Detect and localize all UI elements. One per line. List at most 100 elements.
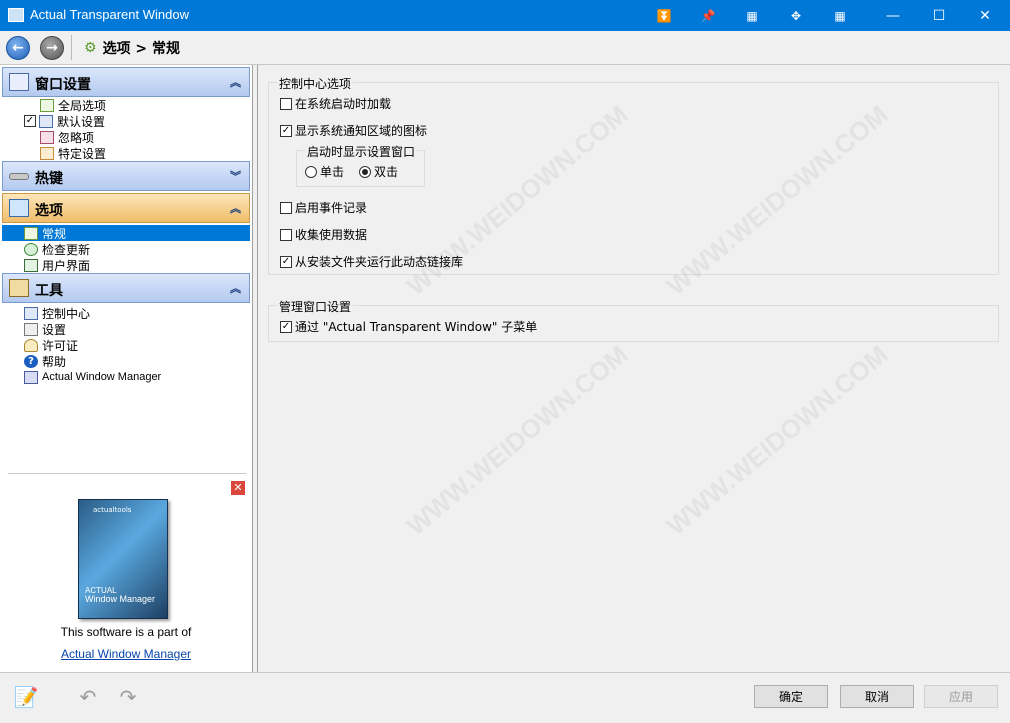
- promo-text: This software is a part of: [60, 625, 192, 639]
- double-click-radio[interactable]: [359, 165, 371, 178]
- navigation-bar: ← → ⚙ 选项 > 常规: [0, 31, 1010, 65]
- maximize-button[interactable]: ☐: [916, 0, 962, 31]
- chevron-up-icon[interactable]: ︽: [230, 200, 241, 216]
- run-dll-checkbox[interactable]: ✓: [280, 255, 292, 268]
- default-settings-checkbox[interactable]: ✓: [24, 115, 36, 127]
- sidebar-item-label: 常规: [42, 226, 67, 241]
- section-hotkeys[interactable]: 热键 ︾: [2, 161, 250, 191]
- option-label: 显示系统通知区域的图标: [295, 124, 428, 138]
- transparency-icon[interactable]: ▦: [732, 0, 772, 31]
- load-at-startup-checkbox[interactable]: [280, 97, 292, 110]
- chevron-up-icon[interactable]: ︽: [230, 280, 241, 296]
- product-box-image[interactable]: actualtools ACTUAL Window Manager: [78, 499, 168, 619]
- option-show-tray-icon[interactable]: ✓ 显示系统通知区域的图标: [280, 122, 427, 139]
- option-label: 启用事件记录: [295, 201, 368, 215]
- product-box-title: ACTUAL Window Manager: [85, 586, 155, 604]
- minimize-button[interactable]: —: [870, 0, 916, 31]
- option-label: 通过 "Actual Transparent Window" 子菜单: [295, 320, 538, 334]
- nav-separator: [71, 35, 72, 60]
- promo-link[interactable]: Actual Window Manager: [0, 647, 252, 661]
- single-click-radio[interactable]: [305, 165, 317, 178]
- ok-button[interactable]: 确定: [754, 685, 828, 708]
- sidebar-item-actual-window-manager[interactable]: Actual Window Manager: [24, 369, 161, 385]
- close-promo-icon[interactable]: ✕: [231, 481, 245, 495]
- sidebar-item-label: 默认设置: [57, 114, 106, 129]
- sidebar-item-label: 许可证: [42, 338, 79, 353]
- section-label: 热键: [35, 171, 63, 187]
- sidebar-item-label: 设置: [42, 322, 67, 337]
- option-enable-event-log[interactable]: 启用事件记录: [280, 199, 367, 216]
- sidebar-item-label: 帮助: [42, 354, 67, 369]
- close-button[interactable]: ✕: [962, 0, 1008, 31]
- cancel-button[interactable]: 取消: [840, 685, 914, 708]
- sidebar-item-label: 控制中心: [42, 306, 91, 321]
- app-icon: [8, 8, 24, 22]
- section-label: 工具: [35, 283, 63, 299]
- help-document-icon[interactable]: 📝: [12, 683, 40, 711]
- exclusion-window-icon: [40, 130, 54, 144]
- option-load-at-startup[interactable]: 在系统启动时加载: [280, 95, 391, 112]
- pin-icon[interactable]: 📌: [688, 0, 728, 31]
- manage-window-settings-group: 管理窗口设置 ✓ 通过 "Actual Transparent Window" …: [268, 298, 999, 342]
- option-collect-usage-data[interactable]: 收集使用数据: [280, 226, 367, 243]
- submenu-checkbox[interactable]: ✓: [280, 320, 292, 333]
- bottom-bar: 📝 ↶ ↷ 确定 取消 应用: [0, 672, 1010, 723]
- option-run-dll-from-install-folder[interactable]: ✓ 从安装文件夹运行此动态链接库: [280, 253, 463, 270]
- chevron-up-icon[interactable]: ︽: [230, 74, 241, 90]
- chevron-down-icon[interactable]: ︾: [230, 168, 241, 184]
- watermark: WWW.WEIDOWN.COM: [400, 339, 634, 542]
- redo-icon[interactable]: ↷: [114, 683, 142, 711]
- minimize-to-tray-icon[interactable]: ⏬: [644, 0, 684, 31]
- breadcrumb: ⚙ 选项 > 常规: [84, 38, 180, 58]
- sidebar-item-control-center[interactable]: 控制中心: [24, 305, 90, 321]
- control-center-icon: [24, 306, 38, 320]
- section-window-settings[interactable]: 窗口设置 ︽: [2, 67, 250, 97]
- section-options[interactable]: 选项 ︽: [2, 193, 250, 223]
- section-tools[interactable]: 工具 ︽: [2, 273, 250, 303]
- radio-double-click[interactable]: 双击: [359, 163, 398, 180]
- general-options-icon: [24, 226, 38, 240]
- radio-single-click[interactable]: 单击: [305, 163, 344, 180]
- option-submenu[interactable]: ✓ 通过 "Actual Transparent Window" 子菜单: [280, 318, 537, 335]
- promo-separator: [8, 473, 246, 474]
- key-icon: [24, 338, 38, 352]
- sidebar-item-license[interactable]: 许可证: [24, 337, 78, 353]
- settings-icon: [24, 322, 38, 336]
- watermark: WWW.WEIDOWN.COM: [660, 339, 894, 542]
- group-title: 管理窗口设置: [277, 298, 354, 315]
- apply-button[interactable]: 应用: [924, 685, 998, 708]
- sidebar-item-settings[interactable]: 设置: [24, 321, 66, 337]
- window-title: Actual Transparent Window: [30, 7, 189, 22]
- sidebar-item-exclusions[interactable]: 忽略项: [40, 129, 94, 145]
- group-title: 控制中心选项: [277, 75, 354, 92]
- forward-button[interactable]: →: [40, 36, 64, 60]
- specific-window-icon: [40, 146, 54, 160]
- undo-icon[interactable]: ↶: [74, 683, 102, 711]
- option-label: 在系统启动时加载: [295, 97, 392, 111]
- sidebar-item-default-settings[interactable]: ✓ 默认设置: [24, 113, 105, 129]
- sidebar-item-global-options[interactable]: 全局选项: [40, 97, 106, 113]
- sidebar-item-specific-settings[interactable]: 特定设置: [40, 145, 106, 161]
- ghost-icon[interactable]: ▦: [820, 0, 860, 31]
- sidebar-item-label: 忽略项: [58, 130, 95, 145]
- group-title: 启动时显示设置窗口: [305, 143, 418, 160]
- window-icon: [39, 114, 53, 128]
- back-button[interactable]: ←: [6, 36, 30, 60]
- control-center-options-group: 控制中心选项 在系统启动时加载 ✓ 显示系统通知区域的图标 启动时显示设置窗口 …: [268, 75, 999, 275]
- sidebar: 窗口设置 ︽ 全局选项 ✓ 默认设置 忽略项 特定设置 热键 ︾ 选项 ︽ 常规…: [0, 65, 253, 672]
- enable-event-log-checkbox[interactable]: [280, 201, 292, 214]
- update-icon: [24, 242, 38, 256]
- option-label: 双击: [374, 165, 399, 179]
- window-manager-icon: [24, 370, 38, 384]
- show-settings-window-group: 启动时显示设置窗口 单击 双击: [296, 143, 425, 187]
- section-label: 选项: [35, 203, 63, 219]
- sidebar-item-general[interactable]: 常规: [2, 225, 250, 241]
- show-tray-icon-checkbox[interactable]: ✓: [280, 124, 292, 137]
- roll-up-icon[interactable]: ✥: [776, 0, 816, 31]
- collect-usage-data-checkbox[interactable]: [280, 228, 292, 241]
- general-options-icon: ⚙: [84, 40, 97, 56]
- sidebar-item-user-interface[interactable]: 用户界面: [24, 257, 90, 273]
- sidebar-item-help[interactable]: ? 帮助: [24, 353, 66, 369]
- sidebar-item-check-updates[interactable]: 检查更新: [24, 241, 90, 257]
- option-label: 收集使用数据: [295, 228, 368, 242]
